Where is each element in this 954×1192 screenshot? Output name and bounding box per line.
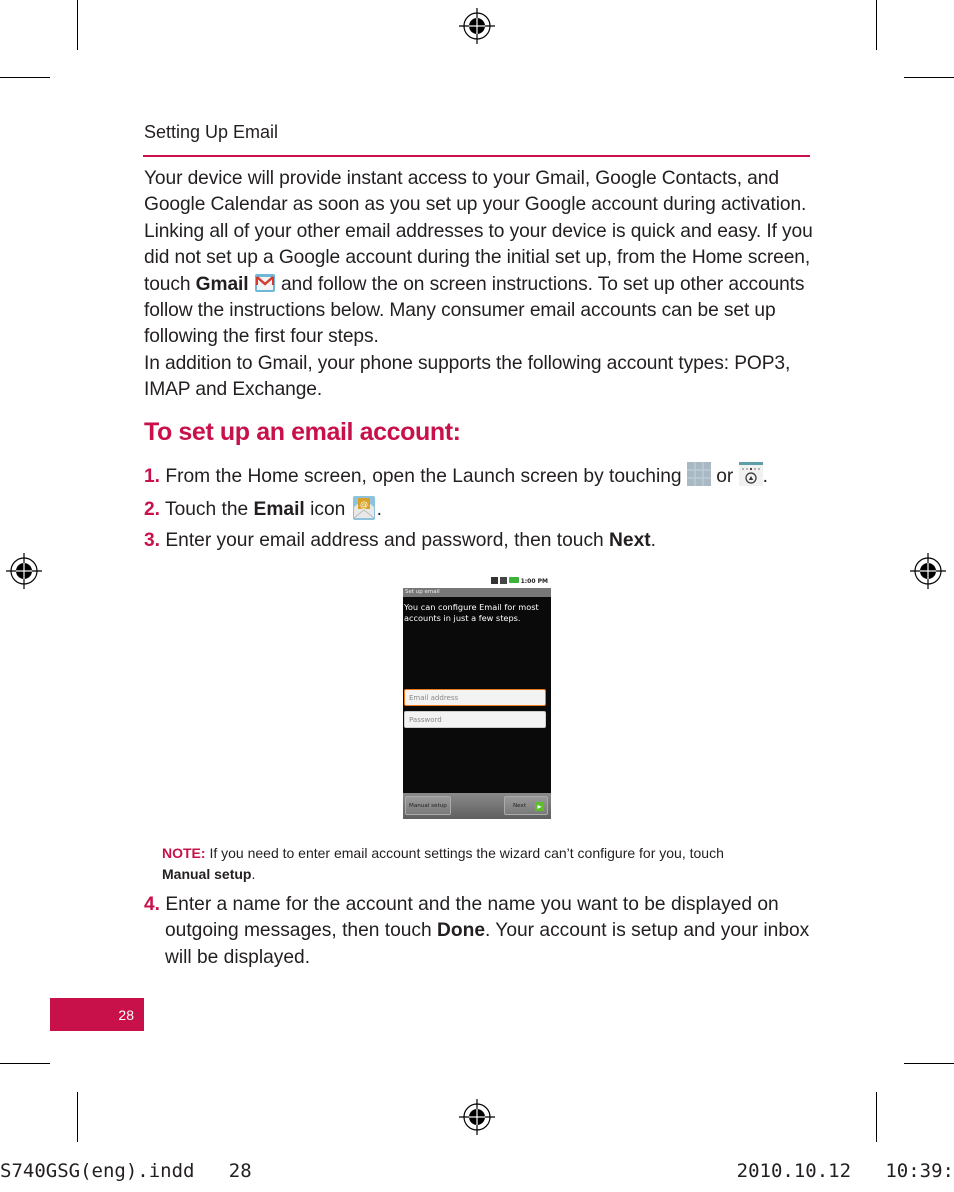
launcher-grid-icon	[686, 462, 711, 486]
crop-mark	[904, 77, 954, 78]
crop-mark	[904, 1063, 954, 1064]
status-bar: 1:00 PM	[403, 576, 551, 588]
note-text: If you need to enter email account setti…	[205, 845, 724, 861]
manual-setup-bold: Manual setup	[162, 866, 252, 882]
email-bold: Email	[253, 499, 305, 520]
page-number: 28	[50, 998, 144, 1031]
note-label: NOTE:	[162, 845, 206, 861]
next-label: Next	[513, 803, 527, 809]
crop-mark	[77, 1092, 78, 1142]
done-bold: Done	[437, 920, 485, 942]
step-number: 3.	[144, 530, 161, 551]
gmail-icon	[254, 272, 276, 294]
registration-mark-icon	[910, 553, 946, 589]
step-text: icon	[304, 499, 351, 520]
crop-mark	[0, 1063, 50, 1064]
launcher-tab-icon	[738, 462, 763, 486]
intro-paragraph: Your device will provide instant access …	[144, 166, 814, 404]
battery-icon	[508, 577, 519, 583]
section-header: Setting Up Email	[144, 122, 279, 142]
password-input[interactable]: Password	[404, 711, 546, 728]
button-bar: Manual setup Next ▸	[403, 793, 551, 819]
crop-mark	[0, 77, 50, 78]
step-text: .	[376, 499, 382, 520]
step-number: 2.	[144, 499, 161, 520]
email-app-icon: @	[351, 495, 377, 521]
email-address-input[interactable]: Email address	[404, 689, 546, 706]
step-1: 1. From the Home screen, open the Launch…	[144, 462, 768, 490]
signal-icon	[490, 577, 498, 584]
registration-mark-icon	[459, 1099, 495, 1135]
intro-text: In addition to Gmail, your phone support…	[144, 352, 791, 401]
setup-message: You can configure Email for most account…	[404, 602, 539, 623]
header-rule	[143, 155, 810, 157]
note: NOTE: If you need to enter email account…	[162, 843, 822, 885]
bars-icon	[499, 577, 507, 584]
slug-filename: S740GSG(eng).indd 28	[0, 1160, 252, 1182]
registration-mark-icon	[6, 553, 42, 589]
crop-mark	[77, 0, 78, 50]
step-number: 4.	[144, 894, 161, 915]
crop-mark	[876, 0, 877, 50]
step-number: 1.	[144, 466, 161, 487]
step-4: 4. Enter a name for the account and the …	[144, 892, 825, 971]
manual-setup-button[interactable]: Manual setup	[405, 796, 451, 815]
registration-mark-icon	[459, 8, 495, 44]
step-2: 2. Touch the Email icon @.	[144, 495, 382, 523]
step-text: Enter your email address and password, t…	[160, 530, 610, 551]
next-bold: Next	[609, 530, 651, 551]
next-button[interactable]: Next ▸	[504, 796, 548, 815]
step-text: From the Home screen, open the Launch sc…	[160, 466, 687, 487]
step-text: .	[762, 466, 768, 487]
section-heading: To set up an email account:	[144, 418, 461, 446]
crop-mark	[876, 1092, 877, 1142]
next-arrow-icon: ▸	[535, 802, 544, 811]
screen-title: Set up email	[403, 588, 551, 597]
step-3: 3. Enter your email address and password…	[144, 528, 656, 554]
step-text: .	[650, 530, 656, 551]
step-text: or	[710, 466, 739, 487]
status-time: 1:00 PM	[520, 578, 548, 585]
slug-timestamp: 2010.10.12 10:39:	[736, 1160, 954, 1182]
gmail-bold: Gmail	[195, 273, 249, 295]
step-text: Touch the	[160, 499, 254, 520]
note-text: .	[251, 866, 256, 882]
phone-screenshot: 1:00 PM Set up email You can configure E…	[403, 576, 551, 819]
svg-text:@: @	[360, 500, 368, 509]
